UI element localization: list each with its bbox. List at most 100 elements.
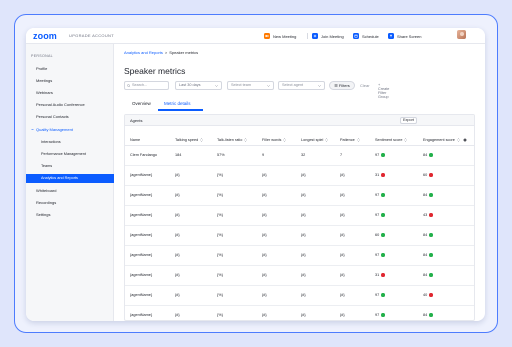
breadcrumb-current: Speaker metrics bbox=[169, 50, 199, 55]
table-cell-sentiment: 60 bbox=[375, 233, 385, 237]
breadcrumb-link[interactable]: Analytics and Reports bbox=[124, 50, 163, 55]
column-header[interactable]: Filler words bbox=[262, 138, 287, 142]
status-good-icon bbox=[429, 153, 433, 157]
table-row[interactable]: {agentName} {#} {%} {#} {#} {#} 97 84 bbox=[125, 186, 474, 206]
table-row[interactable]: Clem Fandango 184 57% 9 32 7 97 84 bbox=[125, 146, 474, 166]
sentiment-score-value: 97 bbox=[375, 253, 380, 257]
table-cell-engagement: 40 bbox=[423, 293, 433, 297]
table-cell-ratio: {%} bbox=[217, 213, 223, 217]
table-row[interactable]: {agentName} {#} {%} {#} {#} {#} 97 40 bbox=[125, 286, 474, 306]
sidebar-item-teams[interactable]: Teams bbox=[26, 162, 114, 171]
new-meeting-button[interactable]: New Meeting bbox=[264, 32, 296, 40]
column-header[interactable]: Talk-listen ratio bbox=[217, 138, 247, 142]
search-placeholder: Search... bbox=[132, 83, 148, 87]
calendar-icon bbox=[353, 33, 359, 39]
sidebar: PERSONAL Profile Meetings Webinars Perso… bbox=[26, 44, 114, 321]
avatar[interactable] bbox=[457, 30, 466, 39]
tab-overview[interactable]: Overview bbox=[132, 101, 151, 106]
table-cell-engagement: 84 bbox=[423, 253, 433, 257]
sentiment-score-value: 31 bbox=[375, 173, 380, 177]
table-row[interactable]: {agentName} {#} {%} {#} {#} {#} 97 84 bbox=[125, 306, 474, 320]
table-cell-sentiment: 31 bbox=[375, 273, 385, 277]
table-cell-spiel: {#} bbox=[301, 293, 306, 297]
sidebar-item-webinars[interactable]: Webinars bbox=[26, 88, 114, 97]
column-header[interactable]: Patience bbox=[340, 138, 360, 142]
share-screen-button[interactable]: Share Screen bbox=[388, 32, 421, 40]
agent-select[interactable]: Select agent bbox=[278, 81, 325, 90]
table-cell-filler: {#} bbox=[262, 193, 267, 197]
sidebar-item-personal-audio-conference[interactable]: Personal Audio Conference bbox=[26, 100, 114, 109]
agents-table: Agents Export Name Talking speed Talk-list… bbox=[124, 114, 475, 321]
table-row[interactable]: {agentName} {#} {%} {#} {#} {#} 97 43 bbox=[125, 206, 474, 226]
table-row[interactable]: {agentName} {#} {%} {#} {#} {#} 97 84 bbox=[125, 246, 474, 266]
status-good-icon bbox=[429, 193, 433, 197]
status-good-icon bbox=[381, 313, 385, 317]
table-cell-filler: {#} bbox=[262, 273, 267, 277]
active-tab-indicator bbox=[158, 109, 203, 111]
sidebar-item-performance-management[interactable]: Performance Management bbox=[26, 150, 114, 159]
sidebar-item-interactions[interactable]: Interactions bbox=[26, 138, 114, 147]
table-cell-name: {agentName} bbox=[130, 313, 153, 317]
join-meeting-button[interactable]: Join Meeting bbox=[312, 32, 344, 40]
status-good-icon bbox=[429, 253, 433, 257]
gear-icon[interactable] bbox=[463, 138, 467, 142]
engagement-score-value: 84 bbox=[423, 273, 428, 277]
status-good-icon bbox=[429, 233, 433, 237]
clear-button[interactable]: Clear bbox=[360, 83, 370, 88]
zoom-logo[interactable]: zoom bbox=[33, 31, 57, 41]
column-header-label: Patience bbox=[340, 138, 355, 142]
top-bar: zoom UPGRADE ACCOUNT New Meeting Join Me… bbox=[26, 28, 485, 44]
column-header-label: Talk-listen ratio bbox=[217, 138, 243, 142]
sidebar-item-analytics-and-reports[interactable]: Analytics and Reports bbox=[26, 174, 114, 183]
table-cell-speed: {#} bbox=[175, 293, 180, 297]
table-cell-ratio: {%} bbox=[217, 253, 223, 257]
video-icon bbox=[264, 33, 270, 39]
export-button[interactable]: Export bbox=[400, 117, 417, 124]
table-cell-speed: {#} bbox=[175, 313, 180, 317]
chevron-down-icon bbox=[318, 84, 321, 87]
table-cell-name: Clem Fandango bbox=[130, 153, 158, 157]
table-cell-filler: {#} bbox=[262, 293, 267, 297]
table-title: Agents bbox=[130, 118, 143, 123]
table-cell-ratio: {%} bbox=[217, 233, 223, 237]
table-cell-ratio: {%} bbox=[217, 313, 223, 317]
column-header-label: Longest spiel bbox=[301, 138, 324, 142]
column-header: Name bbox=[130, 138, 140, 142]
team-placeholder: Select team bbox=[231, 83, 252, 87]
sentiment-score-value: 97 bbox=[375, 213, 380, 217]
status-good-icon bbox=[381, 253, 385, 257]
table-cell-patience: {#} bbox=[340, 233, 345, 237]
table-cell-engagement: 84 bbox=[423, 273, 433, 277]
sidebar-item-settings[interactable]: Settings bbox=[26, 210, 114, 219]
sidebar-item-recordings[interactable]: Recordings bbox=[26, 198, 114, 207]
table-cell-ratio: {%} bbox=[217, 273, 223, 277]
table-cell-sentiment: 97 bbox=[375, 293, 385, 297]
table-cell-ratio: 57% bbox=[217, 153, 225, 157]
table-row[interactable]: {agentName} {#} {%} {#} {#} {#} 31 60 bbox=[125, 166, 474, 186]
sidebar-item-profile[interactable]: Profile bbox=[26, 64, 114, 73]
upgrade-account-link[interactable]: UPGRADE ACCOUNT bbox=[69, 33, 114, 38]
sidebar-item-meetings[interactable]: Meetings bbox=[26, 76, 114, 85]
schedule-button[interactable]: Schedule bbox=[353, 32, 379, 40]
breadcrumb-separator: > bbox=[164, 50, 168, 55]
date-range-select[interactable]: Last 30 days bbox=[175, 81, 222, 90]
column-header[interactable]: Engagement score bbox=[423, 138, 460, 142]
sidebar-item-whiteboard[interactable]: Whiteboard bbox=[26, 186, 114, 195]
table-cell-patience: {#} bbox=[340, 193, 345, 197]
table-row[interactable]: {agentName} {#} {%} {#} {#} {#} 31 84 bbox=[125, 266, 474, 286]
create-filter-group-button[interactable]: + Create Filter Group bbox=[378, 83, 389, 99]
column-header[interactable]: Longest spiel bbox=[301, 138, 329, 142]
tab-metric-details[interactable]: Metric details bbox=[164, 101, 191, 106]
sidebar-item-personal-contacts[interactable]: Personal Contacts bbox=[26, 112, 114, 121]
sidebar-item-quality-management[interactable]: Quality Management bbox=[26, 125, 114, 134]
table-cell-patience: {#} bbox=[340, 173, 345, 177]
table-row[interactable]: {agentName} {#} {%} {#} {#} {#} 60 84 bbox=[125, 226, 474, 246]
column-header[interactable]: Talking speed bbox=[175, 138, 203, 142]
column-header[interactable]: Sentiment score bbox=[375, 138, 408, 142]
table-cell-speed: 184 bbox=[175, 153, 182, 157]
column-header-label: Engagement score bbox=[423, 138, 455, 142]
table-cell-spiel: {#} bbox=[301, 193, 306, 197]
team-select[interactable]: Select team bbox=[227, 81, 274, 90]
filters-button[interactable]: ☰ Filters bbox=[329, 81, 355, 90]
search-input[interactable]: Search... bbox=[124, 81, 169, 90]
